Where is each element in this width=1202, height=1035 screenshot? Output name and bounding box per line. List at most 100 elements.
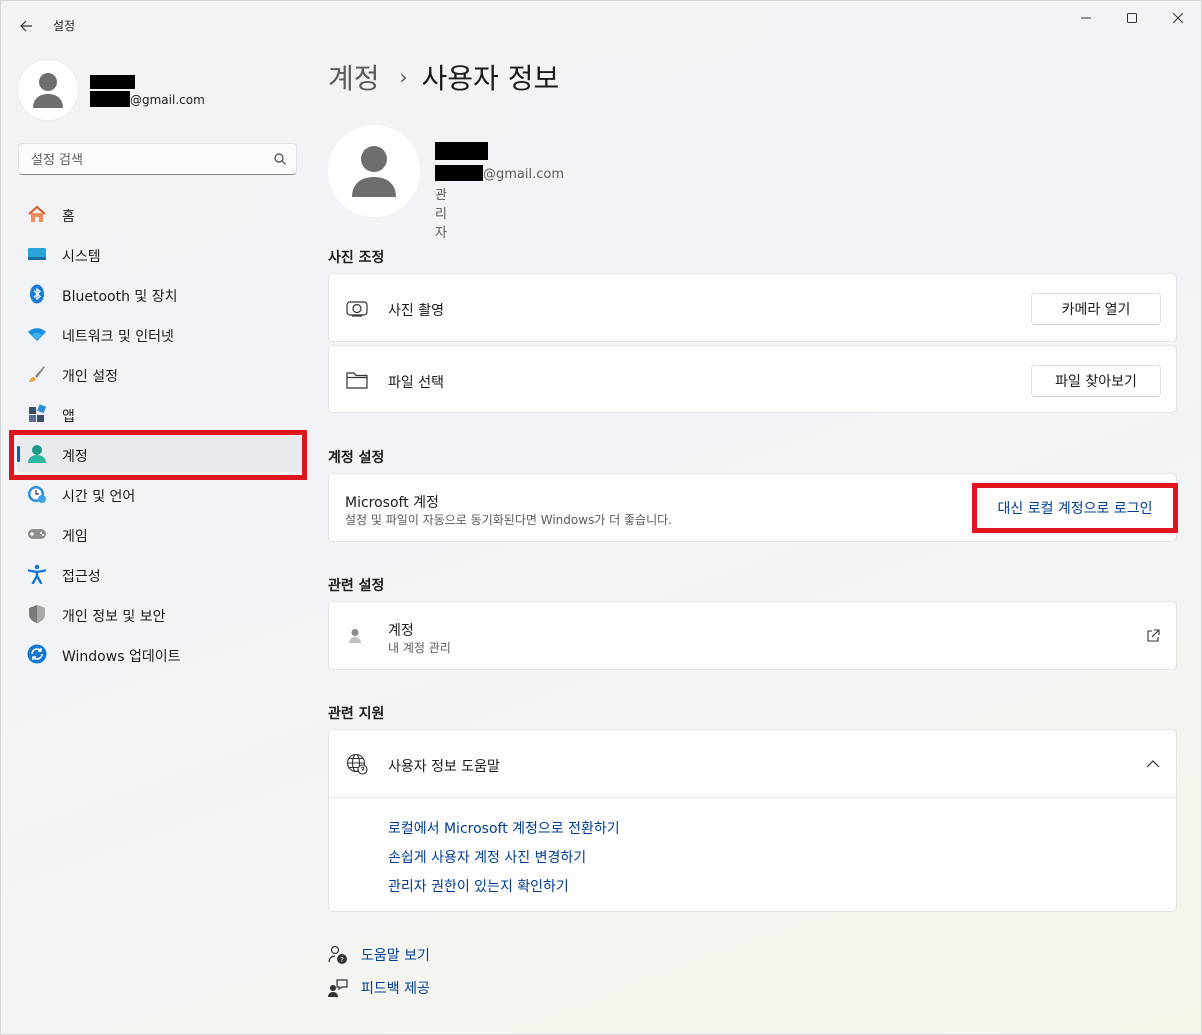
help-link-change-picture[interactable]: 손쉽게 사용자 계정 사진 변경하기 xyxy=(388,847,586,867)
take-photo-card: 사진 촬영 카메라 열기 xyxy=(328,273,1177,342)
open-camera-button[interactable]: 카메라 열기 xyxy=(1031,293,1161,325)
get-help-link[interactable]: ? 도움말 보기 xyxy=(328,945,430,965)
sidebar-item-windows-update[interactable]: Windows 업데이트 xyxy=(17,636,305,672)
svg-text:?: ? xyxy=(340,956,344,964)
page-title: 사용자 정보 xyxy=(421,62,560,95)
breadcrumb-parent[interactable]: 계정 xyxy=(328,57,380,97)
system-icon xyxy=(28,248,46,260)
microsoft-account-card: Microsoft 계정 설정 및 파일이 자동으로 동기화된다면 Window… xyxy=(328,473,1178,542)
user-email: @gmail.com xyxy=(90,91,205,107)
app-title: 설정 xyxy=(53,19,76,33)
maximize-icon xyxy=(1127,13,1137,23)
breadcrumb: 계정 › 사용자 정보 xyxy=(328,57,559,97)
sidebar-item-label: 개인 정보 및 보안 xyxy=(62,609,166,625)
update-icon xyxy=(27,644,47,664)
sidebar-item-time-language[interactable]: 시간 및 언어 xyxy=(17,476,305,512)
sidebar-item-label: 시스템 xyxy=(62,249,101,265)
search-input[interactable] xyxy=(29,150,263,170)
time-language-icon xyxy=(28,486,46,503)
sidebar-user-card[interactable]: @gmail.com xyxy=(17,59,205,121)
redacted-email-prefix xyxy=(435,165,483,181)
sidebar-item-privacy[interactable]: 개인 정보 및 보안 xyxy=(17,596,305,632)
brush-icon xyxy=(29,366,45,382)
get-help-label: 도움말 보기 xyxy=(361,948,430,964)
help-link-check-admin[interactable]: 관리자 권한이 있는지 확인하기 xyxy=(388,876,569,896)
breadcrumb-separator: › xyxy=(399,65,408,89)
sidebar-item-bluetooth[interactable]: Bluetooth 및 장치 xyxy=(17,276,305,312)
title-bar: 설정 xyxy=(1,1,1201,49)
profile-role: 관리자 xyxy=(435,188,447,241)
profile-avatar xyxy=(328,125,420,217)
choose-file-card: 파일 선택 파일 찾아보기 xyxy=(328,345,1177,413)
sidebar-item-accounts[interactable]: 계정 xyxy=(17,436,305,472)
redacted-name xyxy=(435,142,488,160)
accessibility-icon xyxy=(27,564,47,584)
sidebar-item-apps[interactable]: 앱 xyxy=(17,396,305,432)
chevron-up-icon[interactable] xyxy=(1146,760,1160,768)
globe-help-icon xyxy=(346,753,368,775)
camera-icon xyxy=(346,301,368,317)
sidebar-item-label: 계정 xyxy=(62,449,88,465)
sidebar-item-gaming[interactable]: 게임 xyxy=(17,516,305,552)
person-icon xyxy=(33,73,63,108)
search-icon[interactable] xyxy=(274,153,286,165)
profile-email: @gmail.com xyxy=(435,165,564,182)
sidebar-item-label: 홈 xyxy=(62,209,75,225)
profile-email-suffix: @gmail.com xyxy=(483,167,565,182)
sidebar-item-home[interactable]: 홈 xyxy=(17,196,305,232)
close-icon xyxy=(1173,13,1183,23)
account-icon xyxy=(28,445,46,463)
apps-icon xyxy=(29,404,47,422)
accounts-related-title: 계정 xyxy=(388,623,414,639)
help-expander-header[interactable]: 사용자 정보 도움말 xyxy=(329,730,1176,797)
section-title-account-settings: 계정 설정 xyxy=(328,450,385,466)
active-indicator xyxy=(17,446,20,462)
user-email-suffix: @gmail.com xyxy=(130,93,205,107)
give-feedback-label: 피드백 제공 xyxy=(361,981,430,997)
avatar xyxy=(17,59,79,121)
sidebar-item-system[interactable]: 시스템 xyxy=(17,236,305,272)
bluetooth-icon xyxy=(30,284,44,304)
sidebar-item-label: 시간 및 언어 xyxy=(62,489,136,505)
minimize-button[interactable] xyxy=(1063,1,1109,35)
gaming-icon xyxy=(28,529,46,539)
external-link-icon xyxy=(1147,629,1160,642)
sidebar-item-label: Windows 업데이트 xyxy=(62,649,181,665)
back-arrow-icon xyxy=(20,20,32,32)
sidebar-item-label: 게임 xyxy=(62,529,88,545)
redacted-name xyxy=(90,75,135,89)
help-person-icon: ? xyxy=(328,945,347,964)
minimize-icon xyxy=(1081,17,1091,19)
sidebar-item-label: 네트워크 및 인터넷 xyxy=(62,329,174,345)
maximize-button[interactable] xyxy=(1109,1,1155,35)
sidebar-item-personalization[interactable]: 개인 설정 xyxy=(17,356,305,392)
sidebar-item-accessibility[interactable]: 접근성 xyxy=(17,556,305,592)
help-expander-title: 사용자 정보 도움말 xyxy=(388,759,500,775)
redacted-email-prefix xyxy=(90,91,130,107)
wifi-icon xyxy=(28,328,46,341)
local-account-signin-link[interactable]: 대신 로컬 계정으로 로그인 xyxy=(997,498,1152,518)
close-button[interactable] xyxy=(1155,1,1201,35)
help-link-switch-to-microsoft[interactable]: 로컬에서 Microsoft 계정으로 전환하기 xyxy=(388,818,620,838)
sidebar-nav: 홈 시스템 Bluetooth 및 장치 네트워크 및 인터넷 개인 설정 앱 … xyxy=(17,196,305,676)
take-photo-label: 사진 촬영 xyxy=(388,303,444,319)
choose-file-label: 파일 선택 xyxy=(388,375,444,391)
give-feedback-link[interactable]: 피드백 제공 xyxy=(328,978,430,998)
sidebar-item-label: 앱 xyxy=(62,409,75,425)
section-title-photo: 사진 조정 xyxy=(328,250,385,266)
accounts-related-card[interactable]: 계정 내 계정 관리 xyxy=(328,601,1177,670)
home-icon xyxy=(28,205,46,222)
sidebar-item-label: Bluetooth 및 장치 xyxy=(62,289,178,305)
sidebar-item-label: 개인 설정 xyxy=(62,369,118,385)
profile-header: @gmail.com 관리자 xyxy=(328,125,564,241)
browse-files-button[interactable]: 파일 찾아보기 xyxy=(1031,365,1161,397)
section-title-related-settings: 관련 설정 xyxy=(328,578,385,594)
sidebar-item-network[interactable]: 네트워크 및 인터넷 xyxy=(17,316,305,352)
ms-account-subtitle: 설정 및 파일이 자동으로 동기화된다면 Windows가 더 좋습니다. xyxy=(345,513,672,527)
help-expander-card: 사용자 정보 도움말 로컬에서 Microsoft 계정으로 전환하기 손쉽게 … xyxy=(328,729,1177,912)
search-box[interactable] xyxy=(18,143,297,175)
person-icon xyxy=(352,146,396,197)
feedback-icon xyxy=(328,979,348,997)
back-button[interactable] xyxy=(11,11,41,41)
ms-account-title: Microsoft 계정 xyxy=(345,495,439,511)
